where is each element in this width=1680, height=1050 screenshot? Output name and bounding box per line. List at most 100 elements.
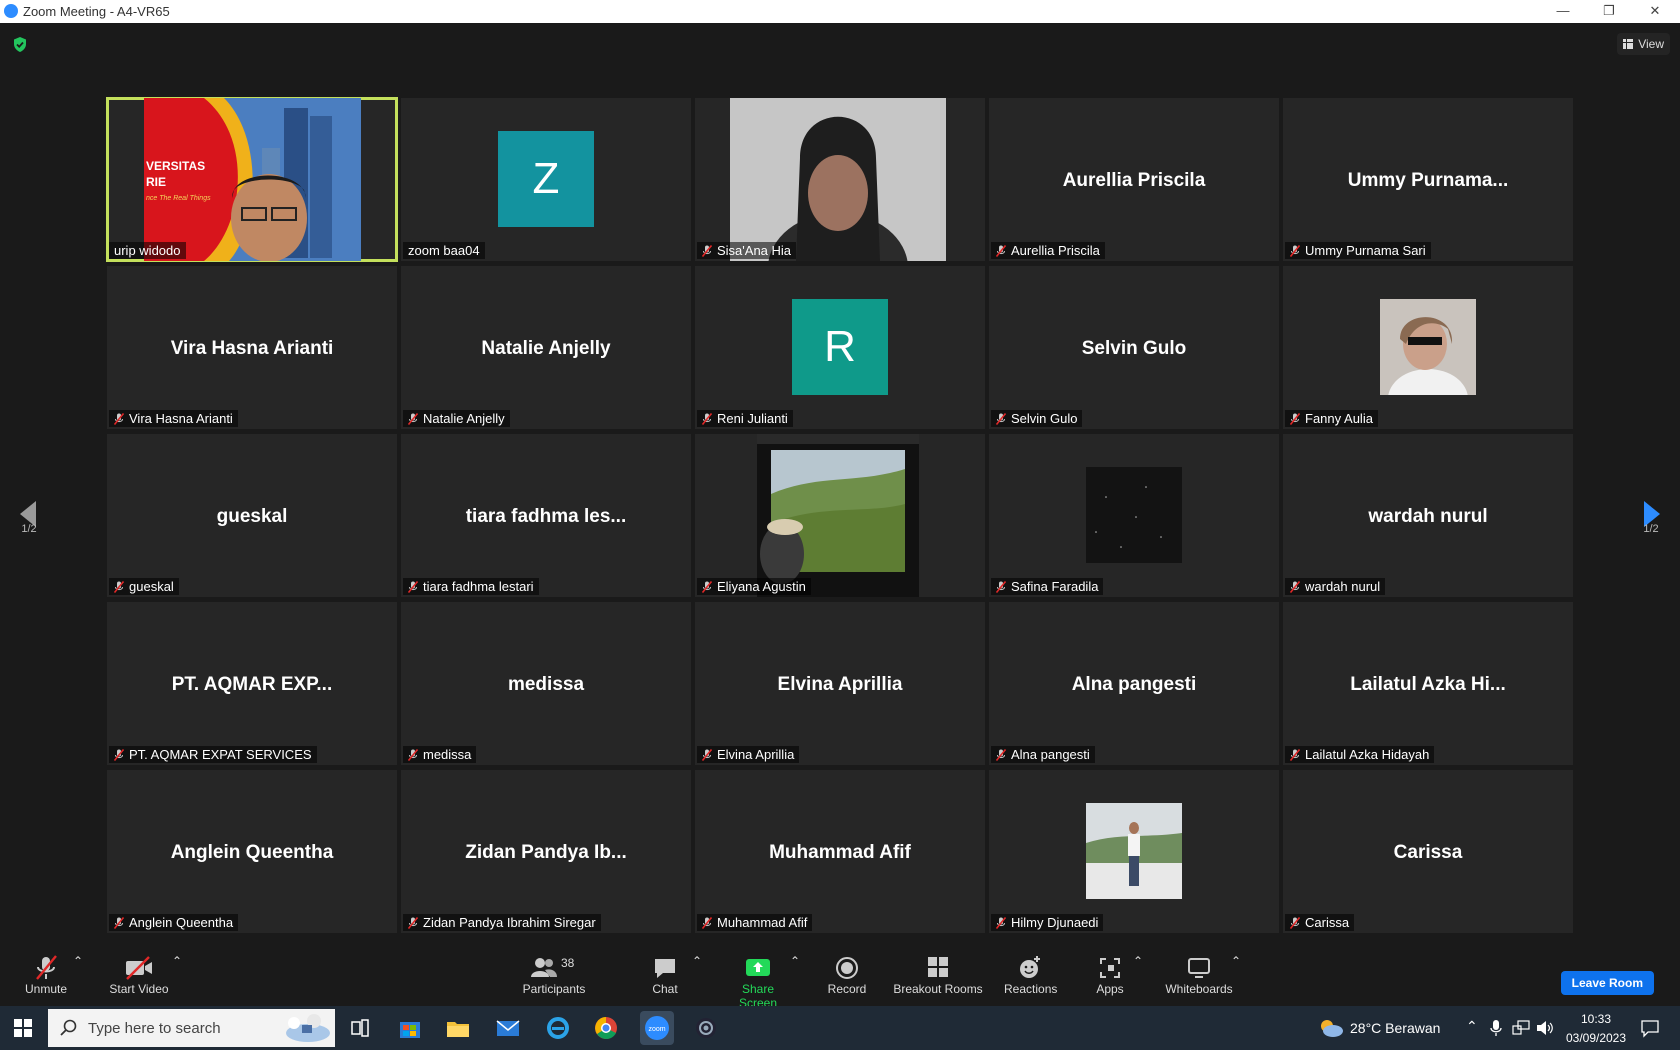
participant-tile[interactable]: Anglein Queentha Anglein Queentha bbox=[107, 770, 397, 933]
reactions-button[interactable]: Reactions bbox=[1004, 954, 1057, 996]
shield-icon[interactable] bbox=[12, 36, 28, 53]
apps-button[interactable]: Apps bbox=[1094, 954, 1126, 996]
notifications-icon[interactable] bbox=[1640, 1018, 1660, 1038]
minimize-button[interactable]: — bbox=[1540, 0, 1586, 23]
share-screen-button[interactable]: Share Screen bbox=[722, 954, 794, 1010]
clock-time[interactable]: 10:33 bbox=[1566, 1012, 1626, 1026]
participant-name-tag: Sisa'Ana Hia bbox=[697, 242, 797, 259]
participant-tile[interactable]: PT. AQMAR EXP... PT. AQMAR EXPAT SERVICES bbox=[107, 602, 397, 765]
participants-button[interactable]: 38 Participants bbox=[520, 954, 588, 996]
participant-tile[interactable]: tiara fadhma les... tiara fadhma lestari bbox=[401, 434, 691, 597]
participant-name-tag: Aurellia Priscila bbox=[991, 242, 1105, 259]
participant-name-tag: Reni Julianti bbox=[697, 410, 793, 427]
participant-tile[interactable]: Zzoom baa04 bbox=[401, 98, 691, 261]
task-view-icon[interactable] bbox=[346, 1014, 374, 1042]
participant-display-name: Alna pangesti bbox=[1071, 674, 1197, 695]
participant-tile[interactable]: Zidan Pandya Ib... Zidan Pandya Ibrahim S… bbox=[401, 770, 691, 933]
participant-display-name: Vira Hasna Arianti bbox=[170, 338, 334, 359]
participant-name-tag: gueskal bbox=[109, 578, 179, 595]
participant-tile[interactable]: Muhammad Afif Muhammad Afif bbox=[695, 770, 985, 933]
chrome-icon[interactable] bbox=[592, 1014, 620, 1042]
network-icon[interactable] bbox=[1512, 1020, 1530, 1036]
meeting-toolbar: Unmute ⌃ Start Video ⌃ 38 Participants C… bbox=[0, 944, 1680, 1010]
participants-icon bbox=[531, 958, 557, 977]
participant-tile[interactable]: R Reni Julianti bbox=[695, 266, 985, 429]
participant-tile[interactable]: Carissa Carissa bbox=[1283, 770, 1573, 933]
participant-display-name: Natalie Anjelly bbox=[481, 338, 611, 359]
audio-options-caret-icon[interactable]: ⌃ bbox=[73, 954, 83, 968]
internet-explorer-icon[interactable] bbox=[544, 1014, 572, 1042]
close-button[interactable]: ✕ bbox=[1632, 0, 1678, 23]
apps-label: Apps bbox=[1096, 982, 1124, 996]
participant-tile[interactable]: Safina Faradila bbox=[989, 434, 1279, 597]
participant-name-tag: Hilmy Djunaedi bbox=[991, 914, 1104, 931]
microphone-in-use-icon[interactable] bbox=[1490, 1019, 1502, 1037]
microsoft-store-icon[interactable] bbox=[396, 1014, 424, 1042]
muted-mic-icon bbox=[408, 413, 418, 425]
chat-label: Chat bbox=[652, 982, 678, 996]
apps-options-caret-icon[interactable]: ⌃ bbox=[1133, 954, 1143, 968]
participant-tile[interactable]: Sisa'Ana Hia bbox=[695, 98, 985, 261]
view-button[interactable]: View bbox=[1617, 33, 1670, 55]
participant-name-tag: Natalie Anjelly bbox=[403, 410, 510, 427]
participant-tile[interactable]: Natalie Anjelly Natalie Anjelly bbox=[401, 266, 691, 429]
leave-room-button[interactable]: Leave Room bbox=[1560, 971, 1654, 995]
participant-tile[interactable]: Eliyana Agustin bbox=[695, 434, 985, 597]
record-button[interactable]: Record bbox=[826, 954, 868, 996]
unmute-button[interactable]: Unmute bbox=[22, 954, 70, 996]
breakout-rooms-icon bbox=[928, 957, 948, 977]
participant-name-tag: Ummy Purnama Sari bbox=[1285, 242, 1431, 259]
file-explorer-icon[interactable] bbox=[444, 1014, 472, 1042]
participant-tile[interactable]: Vira Hasna Arianti Vira Hasna Arianti bbox=[107, 266, 397, 429]
participant-tile[interactable]: wardah nurul wardah nurul bbox=[1283, 434, 1573, 597]
video-options-caret-icon[interactable]: ⌃ bbox=[172, 954, 182, 968]
participant-tile[interactable]: medissa medissa bbox=[401, 602, 691, 765]
start-video-button[interactable]: Start Video bbox=[105, 954, 173, 996]
weather-text[interactable]: 28°C Berawan bbox=[1350, 1020, 1440, 1036]
participants-label: Participants bbox=[522, 982, 586, 996]
breakout-rooms-label: Breakout Rooms bbox=[893, 982, 983, 996]
participant-tile[interactable]: gueskal gueskal bbox=[107, 434, 397, 597]
clock-date[interactable]: 03/09/2023 bbox=[1561, 1031, 1631, 1045]
muted-mic-icon bbox=[1290, 917, 1300, 929]
show-hidden-icons-icon[interactable]: ⌃ bbox=[1466, 1018, 1478, 1035]
camera-app-icon[interactable] bbox=[692, 1014, 720, 1042]
muted-mic-icon bbox=[996, 581, 1006, 593]
participant-name-tag: Carissa bbox=[1285, 914, 1355, 931]
participant-name: gueskal bbox=[129, 579, 174, 594]
smiley-plus-icon bbox=[1020, 956, 1040, 978]
participant-display-name: Elvina Aprillia bbox=[777, 674, 903, 695]
participant-tile[interactable]: Aurellia Priscila Aurellia Priscila bbox=[989, 98, 1279, 261]
mail-icon[interactable] bbox=[494, 1014, 522, 1042]
gallery-grid: VERSITAS RIE nce The Real Things urip wi… bbox=[106, 97, 1573, 933]
breakout-rooms-button[interactable]: Breakout Rooms bbox=[893, 954, 983, 996]
participant-tile[interactable]: Selvin Gulo Selvin Gulo bbox=[989, 266, 1279, 429]
chat-options-caret-icon[interactable]: ⌃ bbox=[692, 954, 702, 968]
participant-name-tag: Muhammad Afif bbox=[697, 914, 813, 931]
participant-tile[interactable]: Lailatul Azka Hi... Lailatul Azka Hidayah bbox=[1283, 602, 1573, 765]
zoom-app-icon bbox=[4, 4, 18, 18]
volume-icon[interactable] bbox=[1536, 1020, 1554, 1036]
participant-name-tag: wardah nurul bbox=[1285, 578, 1386, 595]
whiteboards-button[interactable]: Whiteboards bbox=[1164, 954, 1234, 996]
participant-name: Carissa bbox=[1305, 915, 1350, 930]
participant-tile[interactable]: Fanny Aulia bbox=[1283, 266, 1573, 429]
participant-tile[interactable]: Elvina Aprillia Elvina Aprillia bbox=[695, 602, 985, 765]
windows-start-icon[interactable] bbox=[14, 1019, 32, 1037]
muted-mic-icon bbox=[408, 581, 418, 593]
participant-name: Elvina Aprillia bbox=[717, 747, 795, 762]
participant-name: tiara fadhma lestari bbox=[423, 579, 534, 594]
chat-button[interactable]: Chat bbox=[650, 954, 680, 996]
share-options-caret-icon[interactable]: ⌃ bbox=[790, 954, 800, 968]
participant-tile[interactable]: VERSITAS RIE nce The Real Things urip wi… bbox=[106, 97, 398, 262]
unmute-label: Unmute bbox=[24, 982, 68, 996]
taskbar-search-box[interactable]: Type here to search bbox=[48, 1009, 335, 1047]
participant-tile[interactable]: Hilmy Djunaedi bbox=[989, 770, 1279, 933]
whiteboards-options-caret-icon[interactable]: ⌃ bbox=[1231, 954, 1241, 968]
zoom-taskbar-item[interactable]: zoom bbox=[640, 1011, 674, 1045]
participant-tile[interactable]: Ummy Purnama... Ummy Purnama Sari bbox=[1283, 98, 1573, 261]
participant-name: zoom baa04 bbox=[408, 243, 480, 258]
restore-button[interactable]: ❐ bbox=[1586, 0, 1632, 23]
participant-tile[interactable]: Alna pangesti Alna pangesti bbox=[989, 602, 1279, 765]
whiteboards-label: Whiteboards bbox=[1165, 982, 1233, 996]
